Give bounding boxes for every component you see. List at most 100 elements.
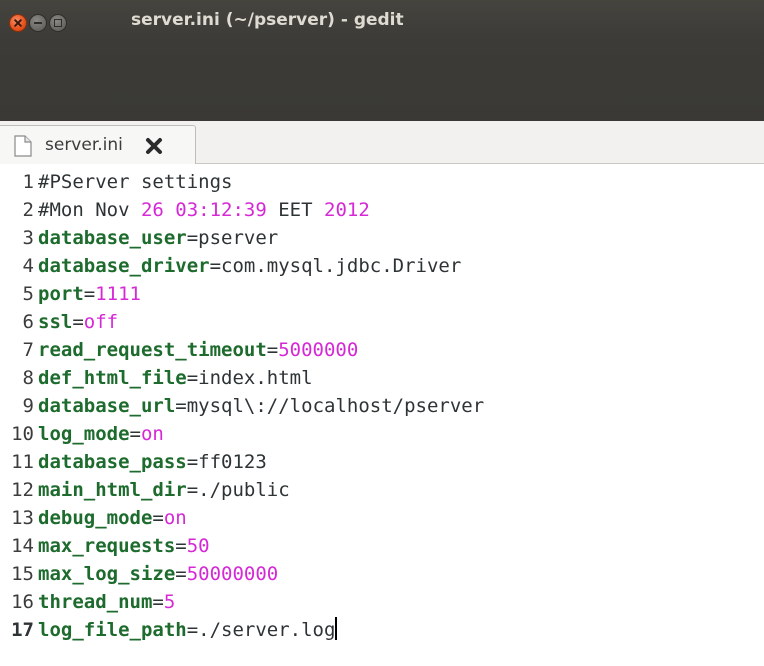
equals-sign: =: [186, 479, 199, 501]
line-number: 10: [11, 423, 34, 445]
line-number: 15: [11, 563, 34, 585]
line-content: log_file_path=./server.log: [34, 616, 338, 644]
setting-key: ssl: [38, 311, 73, 333]
line-content: max_log_size=50000000: [34, 560, 278, 588]
editor-line[interactable]: 1 #PServer settings: [0, 168, 233, 196]
line-number: 1: [22, 171, 34, 193]
line-number: 5: [22, 283, 34, 305]
equals-sign: =: [186, 451, 199, 473]
minimize-window-icon[interactable]: [29, 14, 47, 32]
line-number: 3: [22, 227, 34, 249]
equals-sign: =: [209, 255, 222, 277]
setting-key: main_html_dir: [38, 479, 187, 501]
editor-line[interactable]: 2 #Mon Nov 26 03:12:39 EET 2012: [0, 196, 370, 224]
tab-bar: server.ini: [0, 121, 764, 164]
setting-key: debug_mode: [38, 507, 153, 529]
line-content: def_html_file=index.html: [34, 364, 313, 392]
setting-key: thread_num: [38, 591, 153, 613]
line-number: 7: [22, 339, 34, 361]
editor-line[interactable]: 11 database_pass=ff0123: [0, 448, 267, 476]
comment-text: #PServer settings: [38, 171, 233, 193]
comment-year: 2012: [324, 199, 370, 221]
setting-value: on: [140, 423, 164, 445]
setting-key: port: [38, 283, 84, 305]
editor-line[interactable]: 17 log_file_path=./server.log: [0, 616, 338, 644]
editor-line[interactable]: 7 read_request_timeout=5000000: [0, 336, 359, 364]
equals-sign: =: [186, 367, 199, 389]
setting-value: ff0123: [198, 451, 267, 473]
editor-line[interactable]: 8 def_html_file=index.html: [0, 364, 313, 392]
editor-line[interactable]: 4 database_driver=com.mysql.jdbc.Driver: [0, 252, 462, 280]
line-content: database_pass=ff0123: [34, 448, 267, 476]
equals-sign: =: [72, 311, 84, 333]
comment-text: #Mon Nov: [38, 199, 141, 221]
editor-line[interactable]: 5 port=1111: [0, 280, 141, 308]
line-number: 8: [22, 367, 34, 389]
setting-key: log_file_path: [38, 619, 187, 641]
setting-value: mysql\://localhost/pserver: [186, 395, 485, 417]
setting-value: 5: [163, 591, 176, 613]
setting-value: ./server.log: [198, 619, 336, 641]
setting-key: database_driver: [38, 255, 210, 277]
line-content: database_user=pserver: [34, 224, 278, 252]
line-content: main_html_dir=./public: [34, 476, 290, 504]
line-content: read_request_timeout=5000000: [34, 336, 358, 364]
tab-label: server.ini: [45, 135, 123, 155]
line-content: database_driver=com.mysql.jdbc.Driver: [34, 252, 461, 280]
setting-value: 50000000: [186, 563, 279, 585]
line-content: #PServer settings: [34, 168, 232, 196]
line-content: thread_num=5: [34, 588, 175, 616]
editor-line[interactable]: 14 max_requests=50: [0, 532, 210, 560]
editor-line[interactable]: 3 database_user=pserver: [0, 224, 279, 252]
setting-key: def_html_file: [38, 367, 187, 389]
line-number: 6: [22, 311, 34, 333]
setting-value: ./public: [198, 479, 290, 501]
line-number: 12: [11, 479, 34, 501]
window-title: server.ini (~/pserver) - gedit: [131, 10, 404, 30]
editor-line[interactable]: 16 thread_num=5: [0, 588, 175, 616]
setting-value: 1111: [95, 283, 141, 305]
text-cursor: [335, 617, 338, 640]
line-number: 17: [11, 619, 34, 641]
comment-date: 26 03:12:39: [140, 199, 267, 221]
line-number: 2: [22, 199, 34, 221]
line-number: 4: [22, 255, 34, 277]
setting-key: database_url: [38, 395, 176, 417]
setting-value: index.html: [198, 367, 313, 389]
line-content: database_url=mysql\://localhost/pserver: [34, 392, 484, 420]
equals-sign: =: [186, 619, 199, 641]
setting-value: com.mysql.jdbc.Driver: [221, 255, 462, 277]
maximize-window-icon[interactable]: [49, 14, 67, 32]
setting-key: database_user: [38, 227, 187, 249]
line-content: #Mon Nov 26 03:12:39 EET 2012: [34, 196, 370, 224]
line-number: 16: [11, 591, 34, 613]
editor-line[interactable]: 6 ssl=off: [0, 308, 119, 336]
line-number: 13: [11, 507, 34, 529]
tab-server-ini[interactable]: server.ini: [0, 125, 196, 164]
equals-sign: =: [175, 535, 187, 557]
editor-line[interactable]: 12 main_html_dir=./public: [0, 476, 290, 504]
comment-zone: EET: [266, 199, 324, 221]
setting-value: 5000000: [278, 339, 359, 361]
setting-value: pserver: [198, 227, 279, 249]
equals-sign: =: [175, 395, 187, 417]
line-content: ssl=off: [34, 308, 118, 336]
equals-sign: =: [175, 563, 187, 585]
close-window-icon[interactable]: [9, 14, 27, 32]
setting-value: 50: [186, 535, 210, 557]
close-tab-icon[interactable]: [143, 135, 165, 157]
line-content: max_requests=50: [34, 532, 210, 560]
editor-line[interactable]: 9 database_url=mysql\://localhost/pserver: [0, 392, 485, 420]
line-number: 9: [22, 395, 34, 417]
setting-value: off: [83, 311, 119, 333]
setting-key: database_pass: [38, 451, 187, 473]
editor-line[interactable]: 15 max_log_size=50000000: [0, 560, 278, 588]
equals-sign: =: [152, 507, 164, 529]
editor-line[interactable]: 13 debug_mode=on: [0, 504, 187, 532]
setting-value: on: [163, 507, 187, 529]
gedit-window: server.ini (~/pserver) - gedit server.in…: [0, 0, 764, 666]
editor-line[interactable]: 10 log_mode=on: [0, 420, 164, 448]
line-content: debug_mode=on: [34, 504, 187, 532]
title-bar[interactable]: server.ini (~/pserver) - gedit: [0, 0, 764, 121]
text-editor[interactable]: 1 #PServer settings 2 #Mon Nov 26 03:12:39 …: [0, 164, 764, 666]
